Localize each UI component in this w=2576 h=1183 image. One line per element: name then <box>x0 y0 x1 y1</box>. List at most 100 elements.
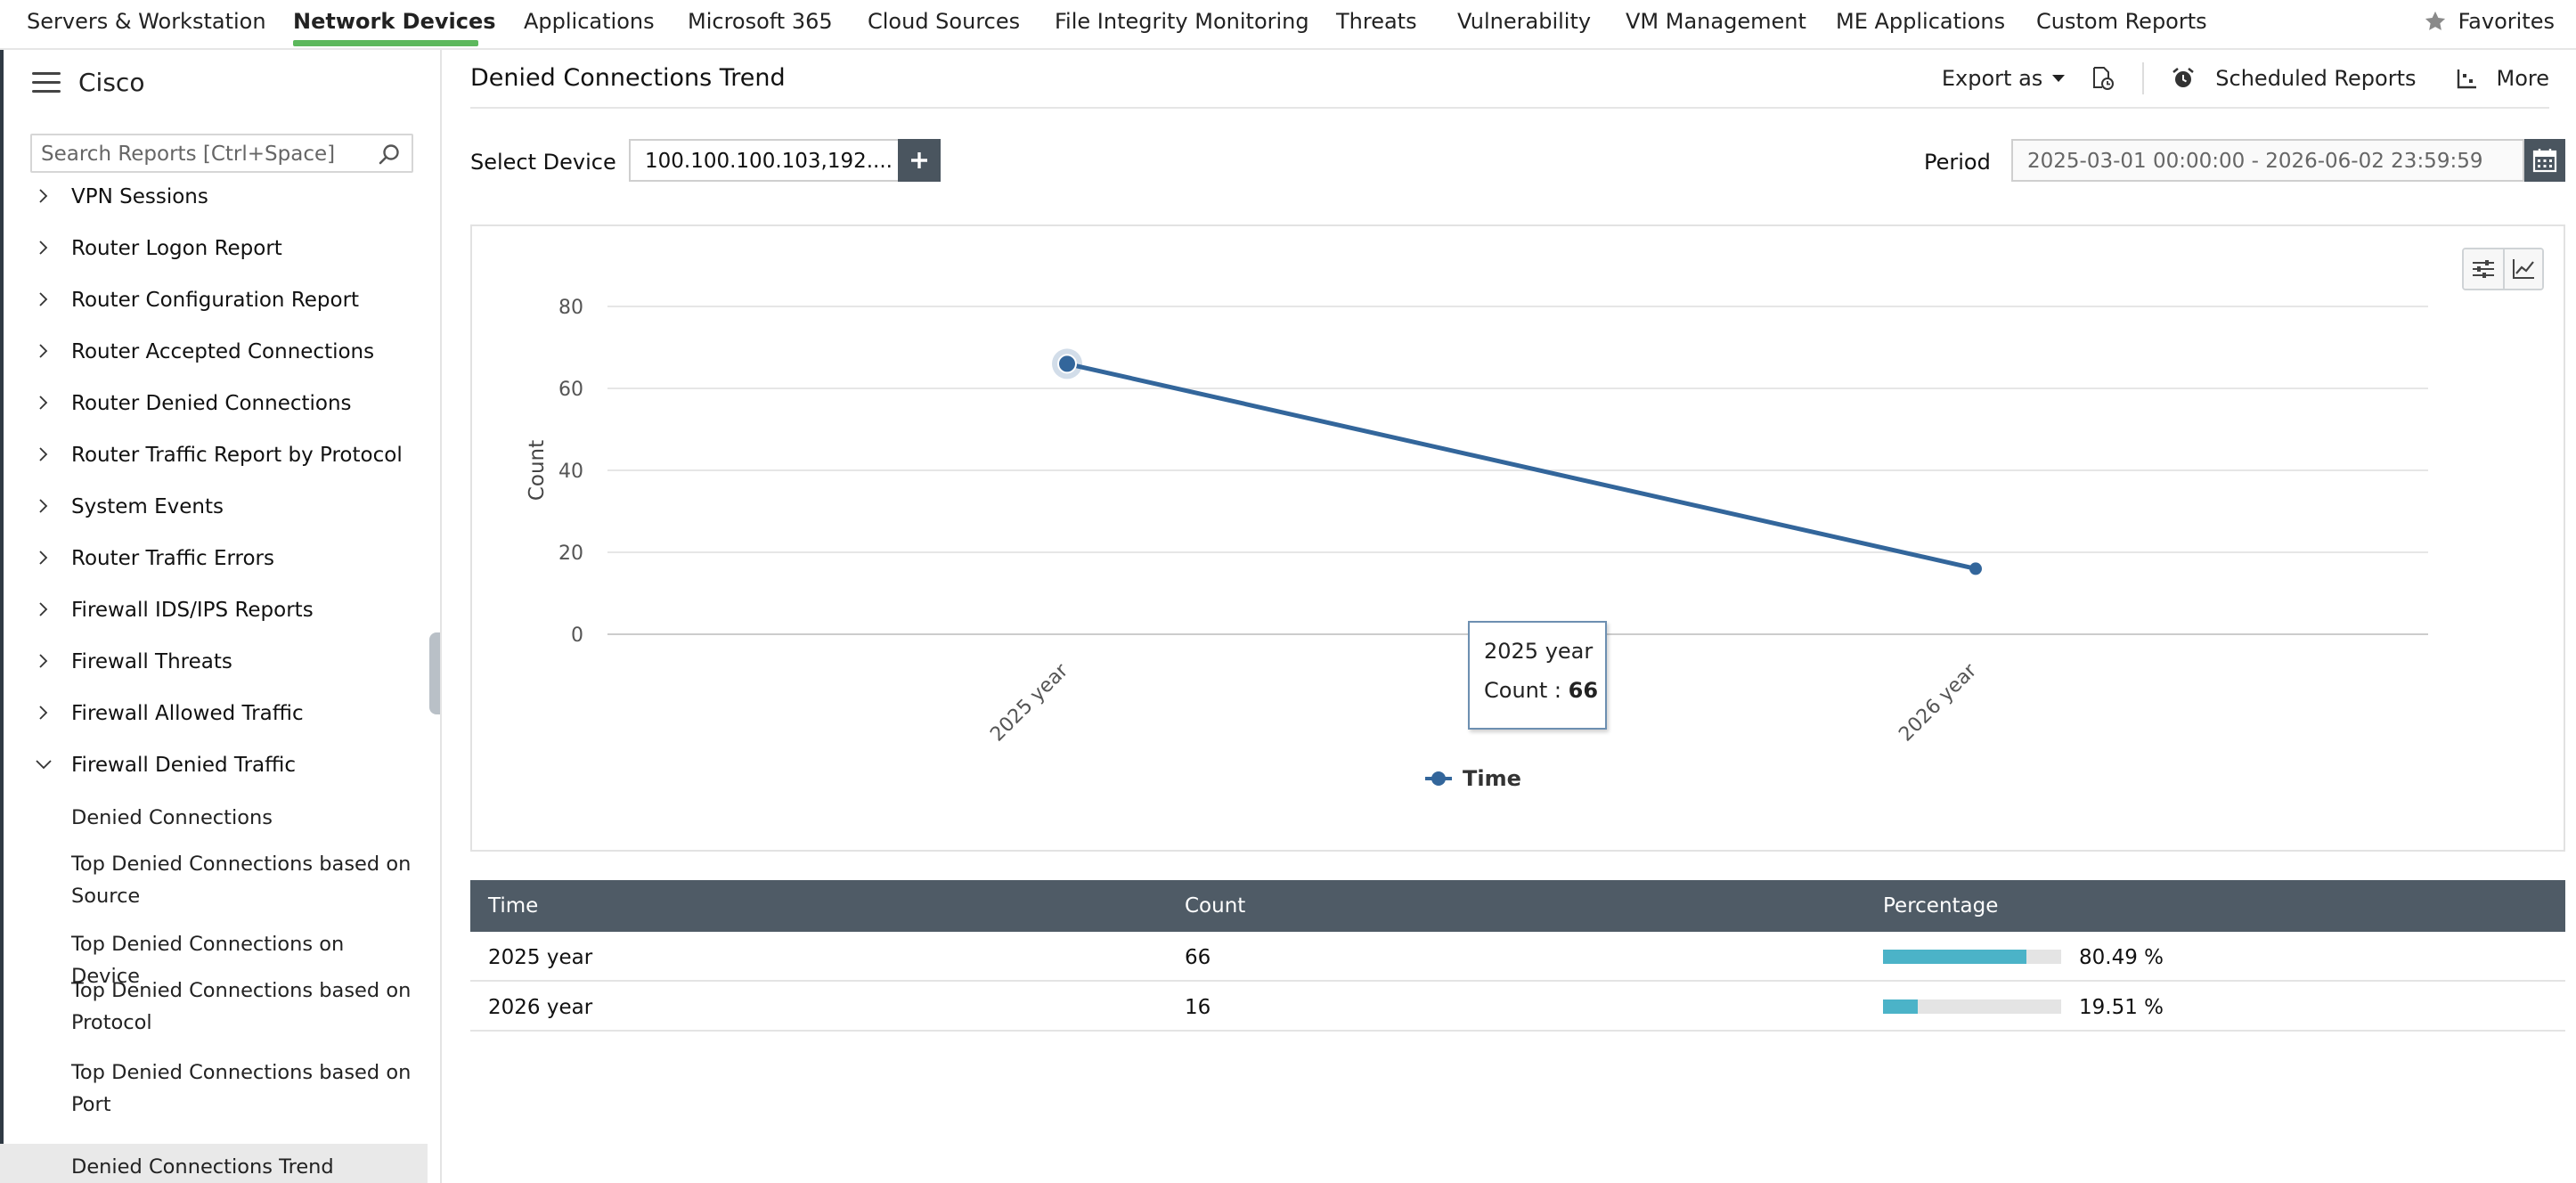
export-as-label: Export as <box>1941 66 2043 91</box>
export-as-button[interactable]: Export as <box>1942 66 2066 91</box>
tree-group-router-traffic-report-by-protocol[interactable]: Router Traffic Report by Protocol <box>0 433 428 477</box>
scheduled-reports-label: Scheduled Reports <box>2215 66 2417 91</box>
nav-tab-threats[interactable]: Threats <box>1336 9 1417 34</box>
sliders-icon <box>2473 260 2494 278</box>
chevron-right-icon <box>39 551 48 565</box>
column-header-percentage[interactable]: Percentage <box>1883 894 1998 918</box>
calendar-button[interactable] <box>2524 139 2565 182</box>
sidebar-collapse-handle[interactable] <box>429 632 440 714</box>
toolbar-divider <box>2142 62 2145 94</box>
nav-tab-microsoft-365[interactable]: Microsoft 365 <box>688 9 833 34</box>
y-tick-label: 20 <box>558 543 583 565</box>
report-link-top-denied-connections-source[interactable]: Top Denied Connections based on Source <box>0 846 428 918</box>
tree-group-vpn-sessions[interactable]: VPN Sessions <box>0 175 428 219</box>
tree-group-label: Router Traffic Errors <box>71 547 274 570</box>
more-button[interactable]: More <box>2456 66 2550 91</box>
hamburger-menu-icon[interactable] <box>32 71 61 94</box>
chart-controls <box>2462 248 2544 290</box>
nav-tab-me-applications[interactable]: ME Applications <box>1836 9 2005 34</box>
tree-group-label: System Events <box>71 495 224 518</box>
tree-group-router-accepted-connections[interactable]: Router Accepted Connections <box>0 330 428 374</box>
nav-tab-cloud-sources[interactable]: Cloud Sources <box>868 9 1020 34</box>
report-link-top-denied-connections-port[interactable]: Top Denied Connections based on Port <box>0 1055 428 1126</box>
chevron-right-icon <box>39 447 48 461</box>
percentage-bar <box>1883 999 2061 1014</box>
cell-percentage: 80.49 % <box>2079 946 2164 969</box>
tree-group-firewall-threats[interactable]: Firewall Threats <box>0 640 428 684</box>
data-table: Time Count Percentage 2025 year 66 80.49… <box>470 880 2565 1032</box>
device-select-field[interactable]: 100.100.100.103,192.... <box>629 139 898 182</box>
period-field[interactable]: 2025-03-01 00:00:00 - 2026-06-02 23:59:5… <box>2011 139 2524 182</box>
chevron-right-icon <box>39 241 48 255</box>
series-line <box>1066 361 1977 571</box>
y-tick-label: 0 <box>571 624 583 647</box>
chevron-right-icon <box>39 706 48 720</box>
cell-time: 2025 year <box>488 946 593 969</box>
tree-group-router-configuration-report[interactable]: Router Configuration Report <box>0 278 428 322</box>
tree-group-label: Router Denied Connections <box>71 392 352 415</box>
document-clock-icon <box>2093 67 2115 90</box>
sidebar-header: Cisco <box>32 68 144 97</box>
tree-group-router-denied-connections[interactable]: Router Denied Connections <box>0 381 428 426</box>
tooltip-value-row: Count : 66 <box>1484 671 1605 710</box>
percentage-bar-fill <box>1883 999 1919 1014</box>
alarm-clock-icon <box>2172 68 2195 87</box>
nav-tab-vulnerability[interactable]: Vulnerability <box>1457 9 1591 34</box>
report-link-label: Denied Connections Trend <box>71 1155 334 1179</box>
tree-group-firewall-denied-traffic[interactable]: Firewall Denied Traffic <box>0 743 428 787</box>
report-link-top-denied-connections-protocol[interactable]: Top Denied Connections based on Protocol <box>0 973 428 1044</box>
main-content: Denied Connections Trend Export as Sched… <box>444 50 2576 1183</box>
period-label: Period <box>1924 150 1991 175</box>
tree-group-router-logon-report[interactable]: Router Logon Report <box>0 226 428 271</box>
tree-group-router-traffic-errors[interactable]: Router Traffic Errors <box>0 536 428 581</box>
report-link-label: Top Denied Connections based on Source <box>71 853 412 908</box>
table-row: 2026 year 16 19.51 % <box>470 982 2565 1032</box>
column-header-time[interactable]: Time <box>488 894 538 918</box>
percentage-bar-fill <box>1883 950 2026 964</box>
tree-group-label: Router Configuration Report <box>71 289 360 312</box>
title-divider <box>470 107 2549 109</box>
tree-group-system-events[interactable]: System Events <box>0 485 428 529</box>
more-label: More <box>2496 66 2550 91</box>
favorites-button[interactable]: Favorites <box>2423 9 2555 34</box>
nav-tab-vm-management[interactable]: VM Management <box>1626 9 1806 34</box>
legend-marker <box>1431 771 1446 786</box>
chart-tooltip: 2025 year Count : 66 <box>1468 621 1607 730</box>
tree-group-label: Firewall Threats <box>71 650 232 673</box>
tree-group-firewall-allowed-traffic[interactable]: Firewall Allowed Traffic <box>0 691 428 736</box>
tree-group-label: Router Accepted Connections <box>71 340 375 363</box>
add-device-button[interactable] <box>898 139 941 182</box>
search-reports-input[interactable] <box>41 141 371 167</box>
y-axis-label: Count <box>526 440 549 501</box>
nav-tab-applications[interactable]: Applications <box>524 9 655 34</box>
tree-group-label: Firewall Denied Traffic <box>71 754 297 777</box>
report-link-denied-connections[interactable]: Denied Connections <box>0 796 428 841</box>
star-icon <box>2425 11 2445 30</box>
sidebar-title: Cisco <box>78 68 145 97</box>
nav-tab-file-integrity-monitoring[interactable]: File Integrity Monitoring <box>1055 9 1309 34</box>
line-chart-icon <box>2513 259 2534 279</box>
y-tick-label: 40 <box>558 461 583 483</box>
tree-group-label: VPN Sessions <box>71 185 208 208</box>
nav-tab-network-devices[interactable]: Network Devices <box>293 9 496 34</box>
chevron-right-icon <box>39 602 48 616</box>
x-tick-label: 2026 year <box>1895 659 1982 747</box>
chevron-right-icon <box>39 292 48 306</box>
report-link-denied-connections-trend[interactable]: Denied Connections Trend <box>0 1144 428 1183</box>
chart-type-button[interactable] <box>2503 249 2542 289</box>
chart-settings-button[interactable] <box>2464 249 2503 289</box>
schedule-export-button[interactable] <box>2089 65 2115 92</box>
chevron-right-icon <box>39 499 48 513</box>
nav-tab-custom-reports[interactable]: Custom Reports <box>2036 9 2207 34</box>
nav-tab-servers-workstation[interactable]: Servers & Workstation <box>27 9 266 34</box>
sidebar: Cisco VPN Sessions Router Logon Report R… <box>0 50 442 1183</box>
tooltip-label: Count : <box>1484 678 1569 703</box>
column-header-count[interactable]: Count <box>1185 894 1245 918</box>
tree-group-firewall-ids-ips-reports[interactable]: Firewall IDS/IPS Reports <box>0 588 428 632</box>
tree-group-label: Router Logon Report <box>71 237 282 260</box>
select-device-label: Select Device <box>470 150 616 175</box>
report-link-top-denied-connections-device[interactable]: Top Denied Connections on Device <box>0 923 428 988</box>
scheduled-reports-button[interactable]: Scheduled Reports <box>2171 66 2417 91</box>
favorites-label: Favorites <box>2458 9 2555 34</box>
search-icon[interactable] <box>378 143 401 167</box>
